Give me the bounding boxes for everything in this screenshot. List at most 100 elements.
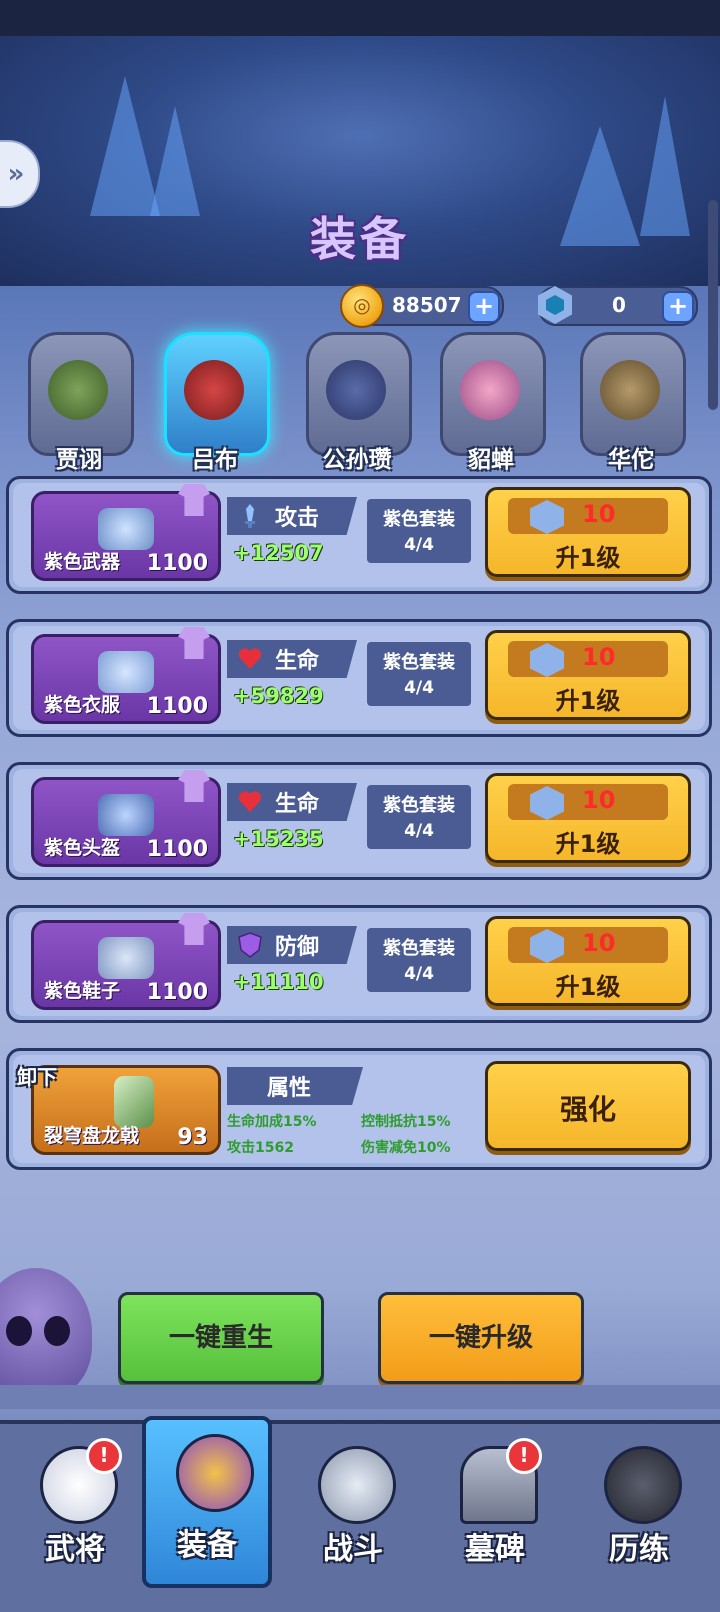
artifact-prop: 伤害减免10% [361,1140,451,1156]
stat-value: +11110 [233,970,324,994]
hero-selector: 贾诩 吕布 公孙瓒 貂蝉 华佗 [0,322,720,482]
hero-card-gongsunzan[interactable]: 公孙瓒 [292,322,422,480]
boots-icon [98,937,154,979]
equipment-name: 紫色鞋子 [44,980,121,1002]
set-info: 紫色套装 4/4 [367,785,471,849]
equipment-row: 紫色衣服 1100 生命 +59829 紫色套装 4/4 10 升1级 [6,619,712,737]
tab-training[interactable]: 历练 [574,1436,704,1586]
hero-card-diaochan[interactable]: 貂蝉 [426,322,556,480]
set-label: 紫色套装 [383,652,455,673]
ground-strip [0,1385,720,1409]
set-info: 紫色套装 4/4 [367,499,471,563]
tab-battle[interactable]: 战斗 [288,1436,418,1586]
set-label: 紫色套装 [383,795,455,816]
upgrade-button[interactable]: 10 升1级 [485,773,691,863]
blue-gem-icon [530,786,564,820]
equipment-level: 1100 [146,694,208,719]
stat-label-box: 攻击 [227,497,357,535]
hero-name: 公孙瓒 [322,447,392,473]
artifact-prop: 控制抵抗15% [361,1114,451,1130]
equipment-slot-boots[interactable]: 紫色鞋子 1100 [31,913,221,1010]
equipment-name: 紫色头盔 [44,837,121,859]
set-label: 紫色套装 [383,938,455,959]
equipment-level: 1100 [146,837,208,862]
weapon-icon [98,508,154,550]
upgrade-all-button[interactable]: 一键升级 [378,1292,584,1384]
upgrade-label: 升1级 [555,544,621,572]
alert-badge: ! [506,1438,542,1474]
equipment-level: 1100 [146,551,208,576]
equipment-row: 紫色鞋子 1100 防御 +11110 紫色套装 4/4 10 升1级 [6,905,712,1023]
stat-label-box: 生命 [227,640,357,678]
purple-skull-decoration [0,1268,92,1398]
hero-card-lvbu[interactable]: 吕布 [150,322,280,480]
robe-icon [98,651,154,693]
tab-label: 武将 [45,1532,105,1567]
rebirth-all-button[interactable]: 一键重生 [118,1292,324,1384]
heart-icon [238,648,262,669]
hero-card-huatuo[interactable]: 华佗 [566,322,696,480]
tab-generals[interactable]: ! 武将 [10,1436,140,1586]
tab-label: 历练 [609,1532,669,1567]
artifact-prop: 攻击1562 [227,1140,294,1156]
artifact-row: 裂穹盘龙戟 93 卸下 属性 生命加成15% 攻击1562 控制抵抗15% 伤害… [6,1048,712,1170]
set-progress: 4/4 [404,535,434,555]
upgrade-label: 升1级 [555,687,621,715]
stat-value: +59829 [233,684,324,708]
tab-label: 战斗 [323,1532,383,1567]
blue-gem-icon [530,500,564,534]
artifact-level: 93 [177,1125,208,1150]
artifact-slot[interactable]: 裂穹盘龙戟 93 [31,1065,221,1155]
set-progress: 4/4 [404,964,434,984]
cost-value: 10 [582,500,616,528]
shirt-badge-icon [178,770,210,802]
equipment-name: 紫色武器 [44,551,121,573]
hero-portrait [600,360,660,420]
cost-value: 10 [582,929,616,957]
stat-label: 防御 [275,935,320,960]
stat-value: +15235 [233,827,324,851]
hero-name: 貂蝉 [468,447,514,473]
hero-card-jiaxu[interactable]: 贾诩 [14,322,144,480]
stat-label: 生命 [275,649,320,674]
blue-gem-icon [530,929,564,963]
cost-value: 10 [582,786,616,814]
enhance-label: 强化 [559,1093,616,1126]
tab-equipment[interactable]: 装备 [142,1416,272,1588]
shirt-badge-icon [178,627,210,659]
sword-icon [245,504,255,528]
add-gold-button[interactable]: + [468,291,500,323]
hero-portrait [326,360,386,420]
artifact-prop: 生命加成15% [227,1114,317,1130]
crossed-swords-icon [318,1446,396,1524]
heart-icon [238,791,262,812]
equipment-slot-helmet[interactable]: 紫色头盔 1100 [31,770,221,867]
add-gem-button[interactable]: + [662,291,694,323]
stat-label-box: 防御 [227,926,357,964]
equipment-slot-weapon[interactable]: 紫色武器 1100 [31,484,221,581]
tab-label: 墓碑 [465,1532,525,1567]
gem-counter: 0 + [538,286,698,326]
upgrade-button[interactable]: 10 升1级 [485,630,691,720]
equipment-slot-armor[interactable]: 紫色衣服 1100 [31,627,221,724]
blue-gem-icon [530,643,564,677]
tab-tombstone[interactable]: ! 墓碑 [430,1436,560,1586]
equipment-name: 紫色衣服 [44,694,121,716]
cost-box: 10 [508,784,668,820]
hero-portrait [48,360,108,420]
fist-icon [604,1446,682,1524]
status-bar [0,0,720,36]
enhance-button[interactable]: 强化 [485,1061,691,1151]
stat-label: 生命 [275,792,320,817]
hero-portrait [460,360,520,420]
cost-box: 10 [508,927,668,963]
blue-gem-icon [538,286,572,324]
upgrade-button[interactable]: 10 升1级 [485,487,691,577]
set-info: 紫色套装 4/4 [367,642,471,706]
hero-name: 华佗 [608,447,654,473]
unequip-button[interactable]: 卸下 [17,1061,57,1090]
alert-badge: ! [86,1438,122,1474]
upgrade-button[interactable]: 10 升1级 [485,916,691,1006]
cost-box: 10 [508,498,668,534]
equipment-level: 1100 [146,980,208,1005]
